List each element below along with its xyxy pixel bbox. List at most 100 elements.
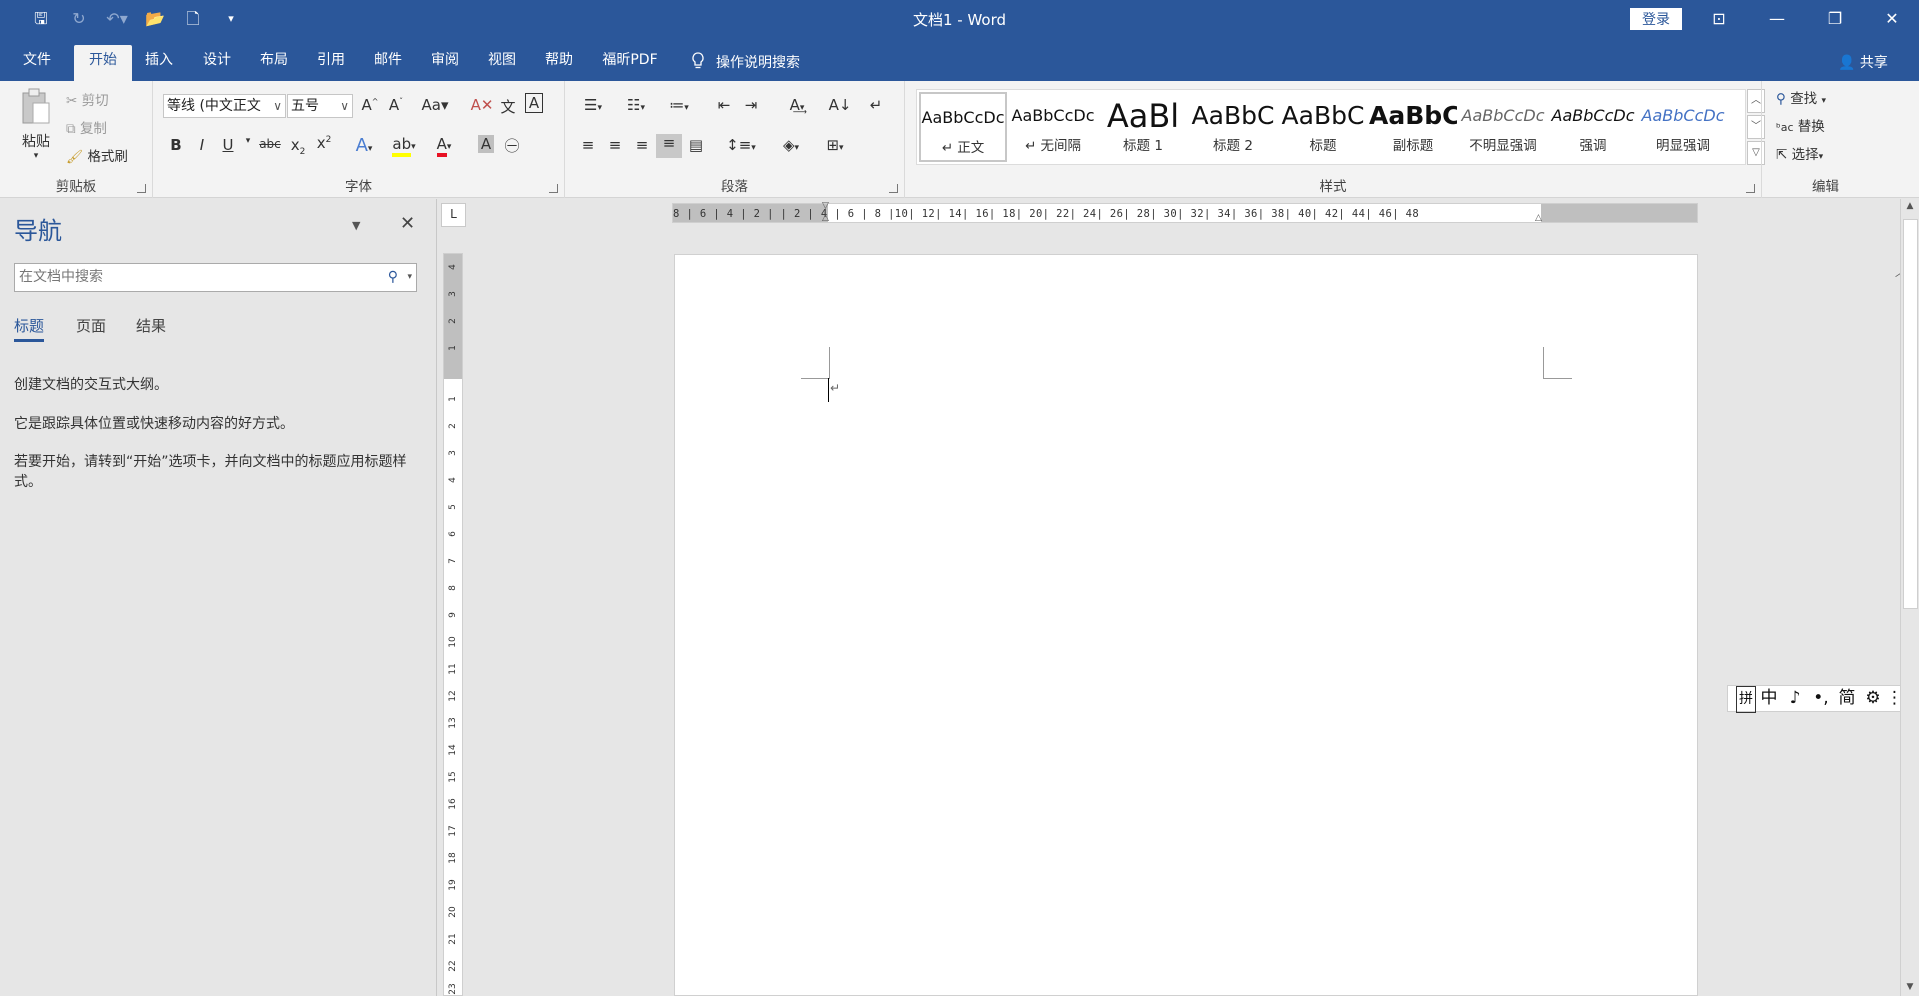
multilevel-list-icon[interactable]: ≔▾ [661, 96, 697, 114]
ime-settings-icon[interactable]: ⚙ [1860, 686, 1886, 711]
first-line-indent-icon[interactable]: ▽ [822, 201, 829, 211]
paste-dropdown-icon[interactable]: ▾ [16, 151, 56, 161]
styles-launcher-icon[interactable] [1746, 184, 1755, 193]
vertical-scrollbar[interactable]: ▲ ▼ [1900, 199, 1919, 996]
change-case-button[interactable]: Aa▾ [415, 96, 455, 114]
style-heading-1[interactable]: AaBl 标题 1 [1099, 92, 1187, 162]
clipboard-launcher-icon[interactable] [137, 184, 146, 193]
select-button[interactable]: ⇱ 选择▾ [1776, 143, 1823, 163]
new-document-icon[interactable]: 🗋 [174, 8, 212, 30]
subscript-icon[interactable]: x2 [285, 136, 311, 157]
chinese-layout-icon[interactable]: A͢▾ [779, 96, 815, 114]
ime-more-icon[interactable]: ⋮ [1886, 686, 1903, 711]
justify-icon[interactable]: ≡ [656, 134, 682, 158]
vertical-ruler[interactable]: 4 3 2 1 1 2 3 4 5 6 7 8 9 10 11 12 13 14… [443, 253, 463, 996]
bullets-icon[interactable]: ☰▾ [575, 96, 611, 114]
line-spacing-icon[interactable]: ↕≡▾ [723, 136, 759, 154]
enclose-characters-icon[interactable]: ㊀ [499, 135, 525, 156]
ime-simplified-icon[interactable]: 简 [1834, 686, 1860, 711]
align-center-icon[interactable]: ≡ [602, 136, 628, 154]
tab-help[interactable]: 帮助 [534, 45, 584, 81]
save-icon[interactable]: 🖫 [22, 8, 60, 30]
style-subtle-emphasis[interactable]: AaBbCcDc 不明显强调 [1459, 92, 1547, 162]
tab-mailings[interactable]: 邮件 [363, 45, 413, 81]
search-dropdown-icon[interactable]: ▾ [407, 264, 412, 291]
hanging-indent-icon[interactable]: △ [822, 213, 829, 223]
tab-review[interactable]: 审阅 [420, 45, 470, 81]
ime-halfwidth-icon[interactable]: ♪ [1782, 686, 1808, 711]
shrink-font-icon[interactable]: Aˇ [383, 96, 409, 114]
style-emphasis[interactable]: AaBbCcDc 强调 [1549, 92, 1637, 162]
replace-button[interactable]: ᵇac 替换 [1776, 115, 1825, 135]
undo-icon[interactable]: ↶▾ [98, 8, 136, 30]
style-heading-2[interactable]: AaBbC 标题 2 [1189, 92, 1277, 162]
style-intense-emphasis[interactable]: AaBbCcDc 明显强调 [1639, 92, 1727, 162]
nav-options-icon[interactable]: ▼ [352, 219, 360, 232]
character-shading-icon[interactable]: A [473, 135, 499, 153]
decrease-indent-icon[interactable]: ⇤ [711, 96, 737, 114]
customize-qat-icon[interactable]: ▾ [212, 8, 250, 30]
bold-icon[interactable]: B [163, 136, 189, 154]
align-left-icon[interactable]: ≡ [575, 136, 601, 154]
distributed-icon[interactable]: ▤ [683, 136, 709, 154]
phonetic-guide-icon[interactable]: 文 [495, 96, 521, 117]
ime-punctuation-icon[interactable]: •, [1808, 686, 1834, 711]
font-name-combo[interactable]: 等线 (中文正文 ∨ [163, 94, 286, 118]
cut-button[interactable]: ✂ 剪切 [66, 89, 109, 109]
tab-layout[interactable]: 布局 [249, 45, 299, 81]
ime-pinyin-icon[interactable]: 拼 [1736, 686, 1756, 713]
tab-foxit-pdf[interactable]: 福昕PDF [594, 45, 666, 81]
ime-chinese-mode[interactable]: 中 [1756, 686, 1782, 711]
document-page[interactable] [674, 254, 1698, 996]
style-normal[interactable]: AaBbCcDc ↵ 正文 [919, 92, 1007, 162]
show-marks-icon[interactable]: ↵ [863, 96, 889, 114]
tab-file[interactable]: 文件 [8, 45, 66, 81]
close-icon[interactable]: ✕ [1869, 0, 1915, 38]
copy-button[interactable]: ⧉ 复制 [66, 117, 107, 137]
borders-icon[interactable]: ⊞▾ [817, 136, 853, 154]
italic-icon[interactable]: I [189, 136, 215, 154]
font-size-combo[interactable]: 五号 ∨ [287, 94, 353, 118]
style-no-spacing[interactable]: AaBbCcDc ↵ 无间隔 [1009, 92, 1097, 162]
tab-selector[interactable]: L [441, 203, 466, 227]
shading-icon[interactable]: ◈▾ [773, 136, 809, 154]
tab-view[interactable]: 视图 [477, 45, 527, 81]
tab-insert[interactable]: 插入 [134, 45, 184, 81]
scrollbar-thumb[interactable] [1903, 219, 1918, 609]
tell-me-search[interactable]: 操作说明搜索 [690, 52, 800, 72]
nav-tab-pages[interactable]: 页面 [76, 315, 106, 336]
nav-tab-results[interactable]: 结果 [136, 315, 166, 336]
find-dropdown-icon[interactable]: ▾ [1821, 96, 1826, 106]
restore-icon[interactable]: ❐ [1812, 0, 1858, 38]
paragraph-launcher-icon[interactable] [889, 184, 898, 193]
character-border-icon[interactable]: A [521, 93, 547, 113]
nav-close-icon[interactable]: ✕ [400, 213, 415, 234]
autosave-icon[interactable]: ↻ [60, 8, 98, 30]
text-effects-icon[interactable]: A▾ [351, 135, 377, 156]
tab-references[interactable]: 引用 [306, 45, 356, 81]
nav-search-input[interactable]: 在文档中搜索 ⚲ ▾ [14, 263, 417, 292]
increase-indent-icon[interactable]: ⇥ [738, 96, 764, 114]
nav-tab-headings[interactable]: 标题 [14, 315, 45, 342]
tab-home[interactable]: 开始 [74, 45, 132, 81]
highlight-icon[interactable]: ab▾ [391, 135, 417, 157]
style-subtitle[interactable]: AaBbC 副标题 [1369, 92, 1457, 162]
numbering-icon[interactable]: ☷▾ [618, 96, 654, 114]
scroll-up-icon[interactable]: ▲ [1901, 201, 1919, 211]
font-launcher-icon[interactable] [549, 184, 558, 193]
login-button[interactable]: 登录 [1630, 8, 1682, 30]
clear-formatting-icon[interactable]: A✕ [469, 96, 495, 114]
paste-button[interactable]: 粘贴 ▾ [16, 87, 56, 161]
share-button[interactable]: 👤 共享 [1838, 52, 1888, 72]
style-title[interactable]: AaBbC 标题 [1279, 92, 1367, 162]
search-icon[interactable]: ⚲ [388, 264, 398, 291]
right-indent-icon[interactable]: △ [1535, 213, 1542, 223]
open-folder-icon[interactable]: 📂 [136, 8, 174, 30]
format-painter-button[interactable]: 🖌 格式刷 [66, 145, 128, 165]
ribbon-display-options-icon[interactable]: ⊡ [1696, 0, 1742, 38]
grow-font-icon[interactable]: A^ [357, 96, 383, 114]
select-dropdown-icon[interactable]: ▾ [1819, 152, 1824, 162]
tab-design[interactable]: 设计 [192, 45, 242, 81]
find-button[interactable]: ⚲ 查找 ▾ [1776, 87, 1826, 107]
horizontal-ruler[interactable]: 8 | 6 | 4 | 2 | | 2 | 4 | 6 | 8 |10| 12|… [672, 201, 1698, 223]
